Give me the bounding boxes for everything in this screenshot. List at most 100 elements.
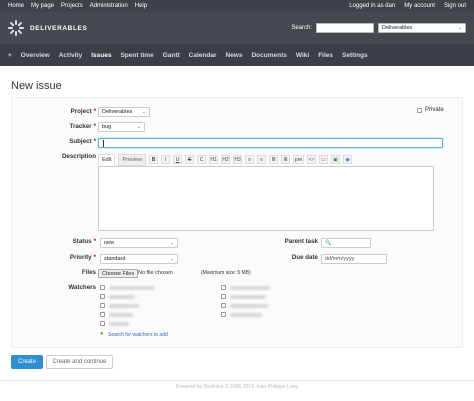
tab-activity[interactable]: Activity [59, 52, 82, 59]
chevron-down-icon: ⌄ [457, 25, 462, 31]
new-object-plus-icon[interactable]: + [8, 52, 12, 59]
watcher-checkbox[interactable] [100, 294, 105, 299]
no-file-chosen-text: No file chosen [138, 270, 173, 276]
underline-button[interactable]: U [173, 155, 183, 164]
preformatted-button[interactable]: pre [293, 155, 305, 164]
page-title: New issue [11, 80, 62, 92]
search-icon: 🔍 [325, 240, 332, 246]
project-jump-select[interactable]: Deliverables ⌄ [378, 23, 466, 33]
watcher-name-redacted [230, 286, 270, 290]
heading-2-button[interactable]: H2 [221, 155, 231, 164]
tab-preview[interactable]: Preview [118, 153, 147, 166]
logged-in-text: Logged in as dan [349, 3, 395, 9]
watcher-name-redacted [230, 295, 266, 299]
search-watchers-link[interactable]: Search for watchers to add [108, 332, 168, 338]
tab-files[interactable]: Files [318, 52, 333, 59]
top-link-my-page[interactable]: My page [31, 3, 54, 9]
italic-button[interactable]: I [161, 155, 171, 164]
tab-calendar[interactable]: Calendar [189, 52, 217, 59]
watcher-checkbox[interactable] [100, 321, 105, 326]
watcher-name-redacted [230, 304, 268, 308]
project-logo-icon [8, 20, 24, 36]
footer: Powered by Redmine © 2006-2019 Jean-Phil… [175, 384, 299, 390]
project-select-value: Deliverables [102, 109, 133, 115]
bold-button[interactable]: B [149, 155, 159, 164]
tab-issues[interactable]: Issues [91, 52, 111, 59]
chevron-down-icon: ⌄ [136, 124, 141, 130]
unquote-icon[interactable]: ≣ [281, 155, 291, 164]
watcher-name-redacted [109, 304, 139, 308]
text-caret [103, 140, 104, 147]
editor-toolbar: Edit Preview B I U S C H1 H2 H3 ≡ ≡ ≣ ≣ … [98, 153, 434, 166]
top-link-home[interactable]: Home [8, 3, 24, 9]
quote-icon[interactable]: ≣ [269, 155, 279, 164]
priority-label: Priority * [69, 254, 96, 261]
files-label: Files [81, 269, 96, 276]
project-label: Project * [70, 108, 96, 115]
choose-files-button[interactable]: Choose Files [98, 269, 139, 278]
due-date-input[interactable]: dd/mm/yyyy [321, 254, 387, 264]
search-label: Search: [291, 25, 312, 31]
priority-select-value: standard [104, 256, 126, 262]
footer-divider [0, 380, 474, 381]
search-input[interactable] [316, 23, 374, 33]
chevron-down-icon: ⌄ [141, 109, 146, 115]
image-icon[interactable]: ▣ [331, 155, 341, 164]
due-date-label: Due date [291, 254, 318, 261]
top-menu: Home My page Projects Administration Hel… [0, 0, 474, 12]
create-button[interactable]: Create [11, 355, 43, 369]
watcher-name-redacted [109, 313, 133, 317]
top-link-sign-out[interactable]: Sign out [444, 3, 466, 9]
parent-task-input[interactable]: 🔍 [321, 238, 371, 248]
create-and-continue-button[interactable]: Create and continue [46, 355, 113, 369]
priority-select[interactable]: standard ⌄ [100, 254, 178, 264]
subject-input[interactable] [98, 138, 443, 148]
tab-news[interactable]: News [226, 52, 243, 59]
tab-edit[interactable]: Edit [98, 154, 116, 165]
heading-3-button[interactable]: H3 [233, 155, 243, 164]
description-textarea[interactable] [98, 166, 434, 231]
unordered-list-icon[interactable]: ≡ [245, 155, 255, 164]
subject-label: Subject * [69, 138, 96, 145]
tab-wiki[interactable]: Wiki [296, 52, 309, 59]
watcher-checkbox[interactable] [100, 285, 105, 290]
link-icon[interactable]: <> [307, 155, 317, 164]
parent-task-label: Parent task [284, 238, 318, 245]
status-select[interactable]: new ⌄ [100, 238, 178, 248]
tab-overview[interactable]: Overview [21, 52, 50, 59]
ordered-list-icon[interactable]: ≡ [257, 155, 267, 164]
watcher-checkbox[interactable] [221, 294, 226, 299]
top-link-my-account[interactable]: My account [404, 3, 435, 9]
project-select[interactable]: Deliverables ⌄ [98, 107, 150, 117]
table-icon[interactable]: ▭ [319, 155, 329, 164]
private-label: Private [425, 107, 444, 113]
project-jump-value: Deliverables [382, 25, 413, 31]
tab-gantt[interactable]: Gantt [163, 52, 180, 59]
top-link-help[interactable]: Help [135, 3, 147, 9]
tab-documents[interactable]: Documents [251, 52, 286, 59]
watcher-checkbox[interactable] [221, 285, 226, 290]
private-checkbox[interactable] [417, 108, 422, 113]
tracker-select[interactable]: bug ⌄ [98, 122, 145, 132]
help-icon[interactable]: ◉ [343, 155, 353, 164]
watcher-checkbox[interactable] [221, 303, 226, 308]
main-menu: + Overview Activity Issues Spent time Ga… [0, 44, 474, 66]
status-select-value: new [104, 240, 115, 246]
chevron-down-icon: ⌄ [169, 240, 174, 246]
inline-code-button[interactable]: C [197, 155, 207, 164]
top-link-projects[interactable]: Projects [61, 3, 83, 9]
strikethrough-button[interactable]: S [185, 155, 195, 164]
tab-spent-time[interactable]: Spent time [120, 52, 153, 59]
max-size-text: (Maximum size: 5 MB) [201, 270, 251, 276]
tracker-select-value: bug [102, 124, 112, 130]
logged-in-user[interactable]: dan [385, 3, 395, 9]
watcher-checkbox[interactable] [100, 303, 105, 308]
watcher-checkbox[interactable] [221, 312, 226, 317]
tab-settings[interactable]: Settings [342, 52, 368, 59]
heading-1-button[interactable]: H1 [209, 155, 219, 164]
watchers-label: Watchers [68, 284, 96, 291]
top-link-administration[interactable]: Administration [90, 3, 128, 9]
watcher-checkbox[interactable] [100, 312, 105, 317]
watcher-name-redacted [109, 286, 155, 290]
watcher-name-redacted [230, 313, 262, 317]
